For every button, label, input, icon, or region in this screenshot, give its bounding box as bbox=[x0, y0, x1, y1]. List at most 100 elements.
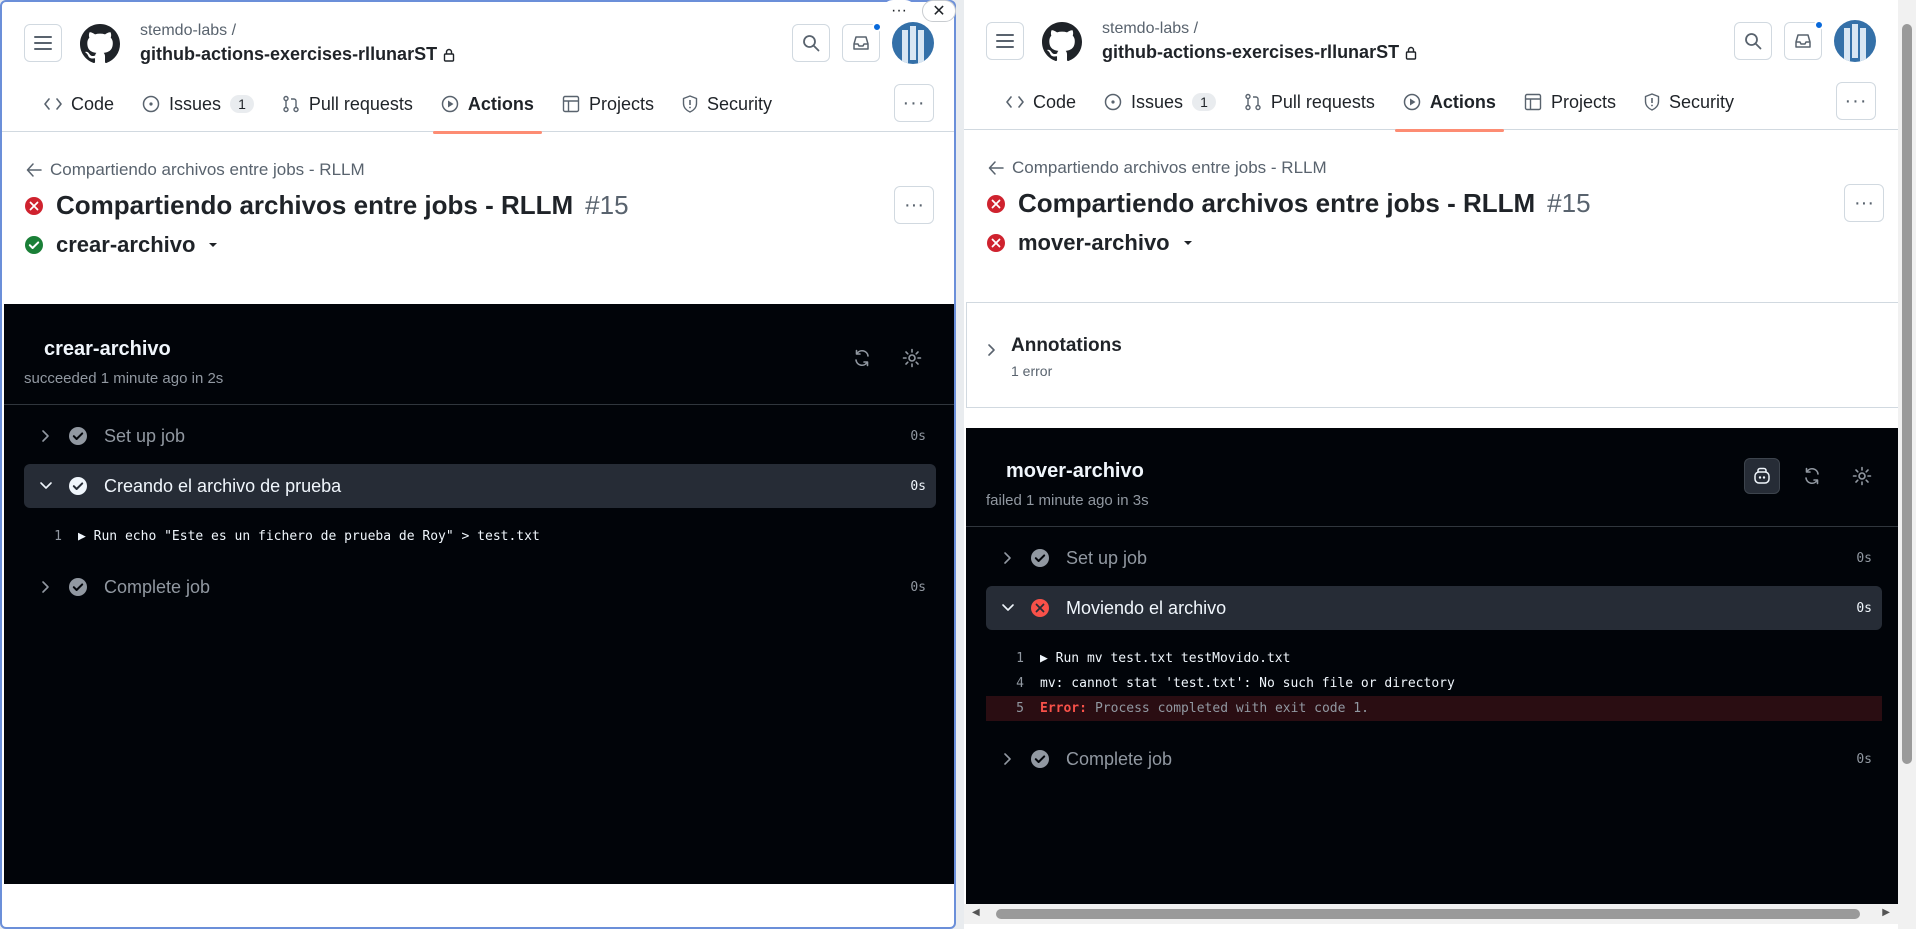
step-duration: 0s bbox=[1856, 600, 1872, 616]
vertical-scrollbar[interactable] bbox=[1898, 0, 1916, 929]
step-row[interactable]: Complete job 0s bbox=[24, 565, 936, 609]
line-text: ▶ Run echo "Este es un fichero de prueba… bbox=[78, 529, 540, 544]
avatar[interactable] bbox=[892, 22, 934, 64]
window-close-button[interactable]: ✕ bbox=[922, 0, 956, 22]
tab-actions[interactable]: Actions bbox=[427, 86, 548, 134]
tab-code[interactable]: Code bbox=[30, 86, 128, 122]
step-row[interactable]: Set up job 0s bbox=[24, 414, 936, 458]
check-circle-icon bbox=[69, 578, 87, 596]
scroll-left-icon[interactable]: ◀ bbox=[972, 907, 980, 918]
page-title: Compartiendo archivos entre jobs - RLLM … bbox=[986, 188, 1591, 219]
check-circle-icon bbox=[1031, 750, 1049, 768]
line-text: Process completed with exit code 1. bbox=[1094, 701, 1369, 716]
search-icon bbox=[1745, 33, 1762, 50]
table-icon bbox=[1524, 93, 1542, 111]
github-logo-icon[interactable] bbox=[1042, 22, 1082, 62]
inbox-button[interactable] bbox=[1784, 20, 1824, 60]
step-duration: 0s bbox=[1856, 550, 1872, 566]
annotations-panel[interactable]: Annotations 1 error bbox=[966, 302, 1916, 408]
notification-dot bbox=[1814, 20, 1824, 30]
rerun-button[interactable] bbox=[844, 340, 880, 376]
check-circle-icon bbox=[69, 477, 87, 495]
step-name: Set up job bbox=[1066, 547, 1148, 568]
inbox-icon bbox=[1795, 34, 1811, 48]
org-link[interactable]: stemdo-labs / bbox=[140, 22, 236, 40]
horizontal-scrollbar-thumb[interactable] bbox=[996, 909, 1860, 919]
search-button[interactable] bbox=[792, 24, 830, 62]
line-number: 5 bbox=[1016, 701, 1024, 716]
tab-actions-label: Actions bbox=[467, 93, 534, 114]
window-more-button[interactable]: ··· bbox=[882, 0, 916, 22]
step-row-expanded[interactable]: Moviendo el archivo 0s bbox=[986, 586, 1882, 630]
tab-pull-requests[interactable]: Pull requests bbox=[268, 86, 427, 122]
code-icon bbox=[1006, 96, 1024, 108]
menu-button[interactable] bbox=[986, 22, 1024, 60]
chevron-right-icon bbox=[1004, 753, 1011, 765]
repo-name[interactable]: github-actions-exercises-rllunarST bbox=[140, 44, 455, 65]
tab-issues-label: Issues bbox=[1131, 91, 1184, 112]
sync-icon bbox=[855, 349, 869, 367]
shield-icon bbox=[1644, 93, 1660, 111]
tab-projects[interactable]: Projects bbox=[548, 86, 668, 122]
arrow-left-icon bbox=[988, 161, 1004, 175]
page-title: Compartiendo archivos entre jobs - RLLM … bbox=[24, 190, 629, 221]
annotations-count: 1 error bbox=[1011, 363, 1053, 379]
repo-name[interactable]: github-actions-exercises-rllunarST bbox=[1102, 42, 1417, 63]
search-button[interactable] bbox=[1734, 22, 1772, 60]
run-options-button[interactable]: ··· bbox=[894, 186, 934, 224]
github-logo-icon[interactable] bbox=[80, 24, 120, 64]
chevron-down-icon bbox=[1002, 604, 1014, 611]
log-line-error[interactable]: 5 Error: Process completed with exit cod… bbox=[986, 696, 1882, 721]
job-selector[interactable]: mover-archivo bbox=[986, 230, 1194, 256]
org-link[interactable]: stemdo-labs / bbox=[1102, 20, 1198, 38]
more-tabs-button[interactable]: ··· bbox=[1836, 82, 1876, 120]
step-row-expanded[interactable]: Creando el archivo de prueba 0s bbox=[24, 464, 936, 508]
settings-button[interactable] bbox=[894, 340, 930, 376]
log-job-status: succeeded 1 minute ago in 2s bbox=[24, 370, 224, 387]
repo-header: stemdo-labs / github-actions-exercises-r… bbox=[964, 0, 1916, 132]
tab-issues[interactable]: Issues 1 bbox=[1090, 84, 1230, 120]
tab-security-label: Security bbox=[1668, 91, 1734, 112]
log-line[interactable]: 1 ▶ Run mv test.txt testMovido.txt bbox=[986, 646, 1882, 671]
vertical-scrollbar-thumb[interactable] bbox=[1902, 24, 1912, 764]
log-line[interactable]: 4 mv: cannot stat 'test.txt': No such fi… bbox=[986, 671, 1882, 696]
step-row[interactable]: Complete job 0s bbox=[986, 737, 1882, 781]
run-title: Compartiendo archivos entre jobs - RLLM bbox=[56, 190, 574, 220]
log-job-name: crear-archivo bbox=[44, 338, 171, 360]
copilot-button[interactable] bbox=[1744, 458, 1780, 494]
tab-issues[interactable]: Issues 1 bbox=[128, 86, 268, 122]
tab-code[interactable]: Code bbox=[992, 84, 1090, 120]
tab-pull-requests[interactable]: Pull requests bbox=[1230, 84, 1389, 120]
more-tabs-button[interactable]: ··· bbox=[894, 84, 934, 122]
horizontal-scrollbar[interactable]: ◀ ▶ bbox=[964, 904, 1898, 924]
tab-projects-label: Projects bbox=[588, 93, 654, 114]
tab-pull-requests-label: Pull requests bbox=[1270, 91, 1375, 112]
check-circle-fill-icon bbox=[25, 236, 43, 254]
hamburger-icon bbox=[34, 36, 52, 50]
tab-security[interactable]: Security bbox=[1630, 84, 1748, 120]
gear-icon bbox=[902, 348, 922, 368]
issue-icon bbox=[1104, 93, 1122, 111]
menu-button[interactable] bbox=[24, 24, 62, 62]
tab-security[interactable]: Security bbox=[668, 86, 786, 122]
inbox-button[interactable] bbox=[842, 22, 882, 62]
scroll-right-icon[interactable]: ▶ bbox=[1882, 907, 1890, 918]
play-circle-icon bbox=[1403, 93, 1421, 111]
job-selector[interactable]: crear-archivo bbox=[24, 232, 219, 258]
tab-projects[interactable]: Projects bbox=[1510, 84, 1630, 120]
run-options-button[interactable]: ··· bbox=[1844, 184, 1884, 222]
table-icon bbox=[562, 95, 580, 113]
avatar[interactable] bbox=[1834, 20, 1876, 62]
breadcrumb[interactable]: Compartiendo archivos entre jobs - RLLM bbox=[988, 158, 1327, 178]
line-number: 1 bbox=[54, 529, 62, 544]
breadcrumb[interactable]: Compartiendo archivos entre jobs - RLLM bbox=[26, 160, 365, 180]
step-name: Creando el archivo de prueba bbox=[104, 475, 342, 496]
step-row[interactable]: Set up job 0s bbox=[986, 536, 1882, 580]
step-duration: 0s bbox=[910, 579, 926, 595]
breadcrumb-label: Compartiendo archivos entre jobs - RLLM bbox=[50, 160, 365, 179]
tab-actions[interactable]: Actions bbox=[1389, 84, 1510, 132]
log-line[interactable]: 1 ▶ Run echo "Este es un fichero de prue… bbox=[24, 524, 936, 549]
line-text: mv: cannot stat 'test.txt': No such file… bbox=[1040, 676, 1455, 691]
settings-button[interactable] bbox=[1844, 458, 1880, 494]
rerun-button[interactable] bbox=[1794, 458, 1830, 494]
